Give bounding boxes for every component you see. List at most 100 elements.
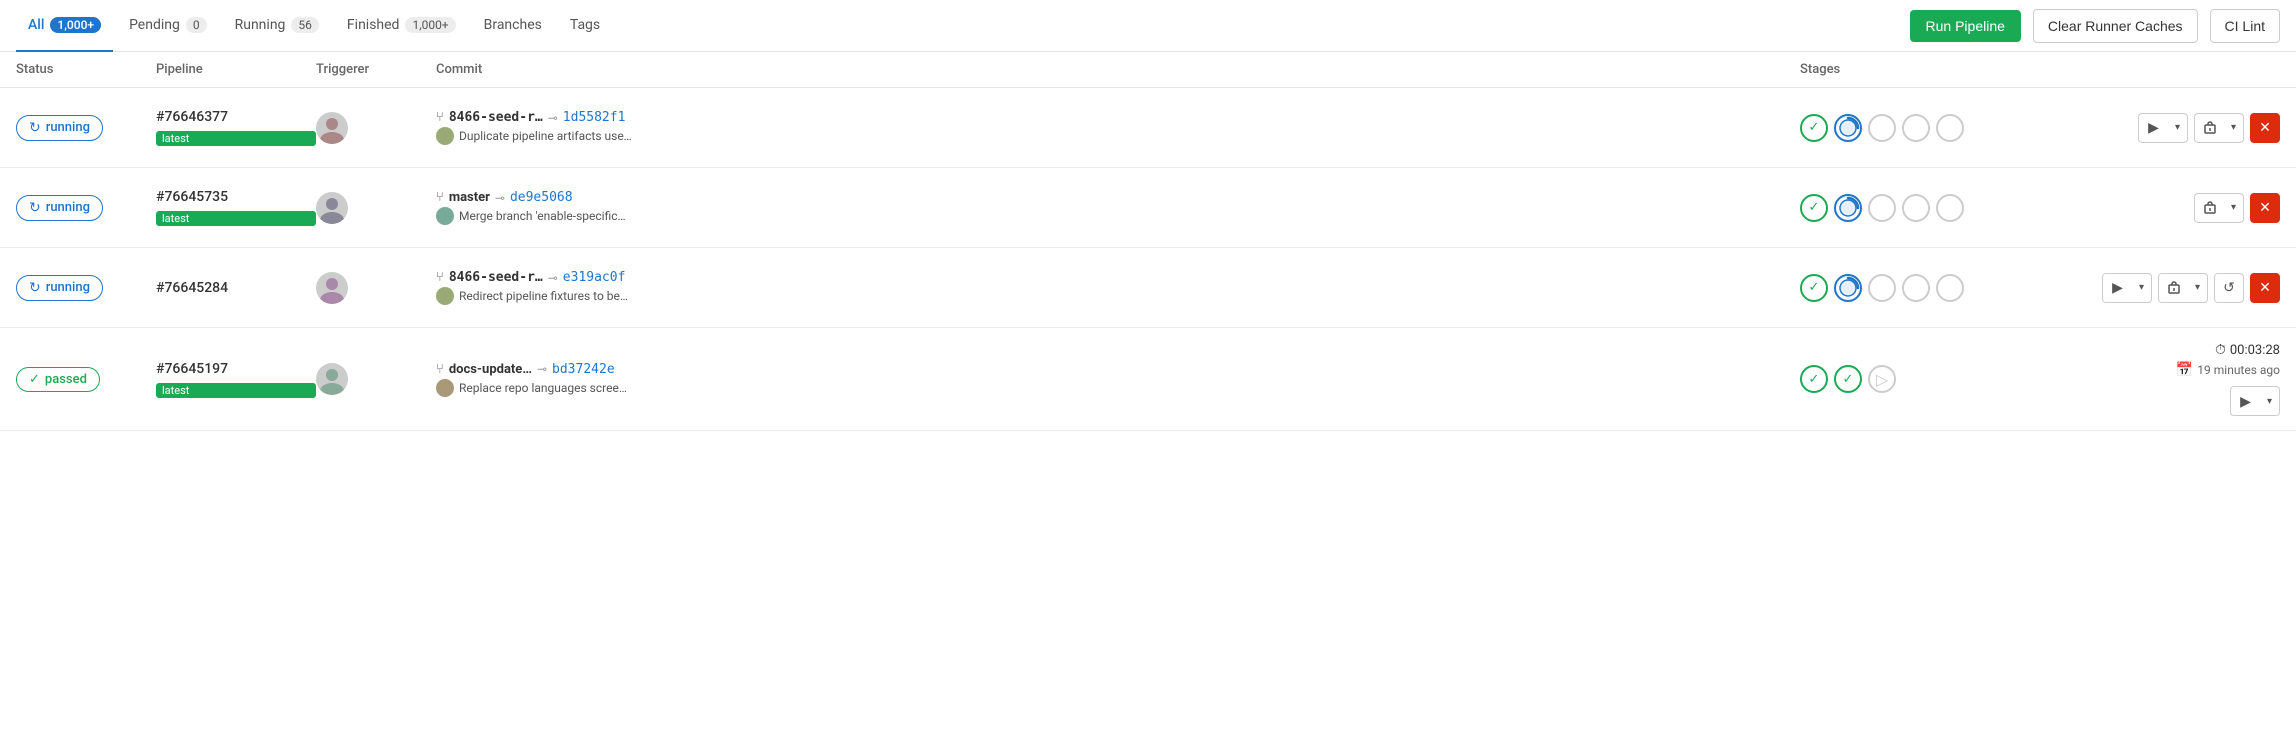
branch-name-3: 8466-seed-r…	[449, 270, 543, 285]
duration-value-4: 00:03:28	[2230, 343, 2280, 358]
status-badge-running-3: ↻ running	[16, 275, 103, 301]
commit-avatar-4	[436, 379, 454, 397]
running-icon-1: ↻	[29, 120, 41, 136]
latest-badge-1: latest	[156, 131, 316, 146]
tab-pending[interactable]: Pending 0	[117, 0, 219, 52]
commit-col-1: ⑂ 8466-seed-r… ⊸ 1d5582f1 Duplicate pipe…	[436, 110, 1800, 145]
branch-name-2: master	[449, 190, 490, 205]
commit-sha-1[interactable]: 1d5582f1	[563, 110, 626, 125]
passed-icon-4: ✓	[29, 372, 40, 387]
fork-icon-4: ⑂	[436, 362, 444, 377]
fork-icon-3: ⑂	[436, 270, 444, 285]
table-header: Status Pipeline Triggerer Commit Stages	[0, 52, 2296, 88]
triggerer-4	[316, 363, 436, 395]
play-dropdown-4[interactable]: ▾	[2260, 386, 2280, 416]
run-pipeline-button[interactable]: Run Pipeline	[1910, 10, 2021, 42]
pipeline-table: Status Pipeline Triggerer Commit Stages …	[0, 52, 2296, 431]
arrow-icon-1: ⊸	[548, 111, 558, 125]
cancel-button-2[interactable]: ✕	[2250, 193, 2280, 223]
cancel-button-1[interactable]: ✕	[2250, 113, 2280, 143]
stage-3-4[interactable]	[1902, 274, 1930, 302]
running-icon-3: ↻	[29, 280, 41, 296]
pipeline-col-1: #76646377 latest	[156, 109, 316, 146]
play-button-3[interactable]: ▶	[2102, 273, 2132, 303]
fork-icon-1: ⑂	[436, 110, 444, 125]
tab-running-badge: 56	[291, 17, 319, 33]
stage-4-1[interactable]: ✓	[1800, 365, 1828, 393]
stage-2-4[interactable]	[1902, 194, 1930, 222]
stage-1-1[interactable]: ✓	[1800, 114, 1828, 142]
stage-2-5[interactable]	[1936, 194, 1964, 222]
table-row: ↻ running #76646377 latest ⑂ 8466-seed-r…	[0, 88, 2296, 168]
triggerer-3	[316, 272, 436, 304]
table-row: ↻ running #76645735 latest ⑂ master ⊸ de…	[0, 168, 2296, 248]
status-cell-3: ↻ running	[16, 275, 156, 301]
avatar-3	[316, 272, 348, 304]
top-bar: All 1,000+ Pending 0 Running 56 Finished…	[0, 0, 2296, 52]
triggerer-1	[316, 112, 436, 144]
clear-runner-caches-button[interactable]: Clear Runner Caches	[2033, 9, 2198, 43]
stage-1-5[interactable]	[1936, 114, 1964, 142]
play-button-4[interactable]: ▶	[2230, 386, 2260, 416]
stage-1-4[interactable]	[1902, 114, 1930, 142]
pipeline-id-1: #76646377	[156, 109, 316, 125]
status-badge-passed-4: ✓ passed	[16, 367, 100, 392]
stages-col-1: ✓	[1800, 114, 2100, 142]
tab-pending-badge: 0	[186, 17, 207, 33]
commit-sha-4[interactable]: bd37242e	[552, 362, 615, 377]
pipeline-col-3: #76645284	[156, 280, 316, 296]
branch-name-4: docs-update…	[449, 362, 532, 377]
tab-finished[interactable]: Finished 1,000+	[335, 0, 468, 52]
artifact-button-1[interactable]	[2194, 113, 2224, 143]
pipeline-col-2: #76645735 latest	[156, 189, 316, 226]
tab-tags[interactable]: Tags	[558, 0, 612, 52]
artifact-dropdown-1[interactable]: ▾	[2224, 113, 2244, 143]
artifact-button-3[interactable]	[2158, 273, 2188, 303]
commit-col-4: ⑂ docs-update… ⊸ bd37242e Replace repo l…	[436, 362, 1800, 397]
commit-message-text-3: Redirect pipeline fixtures to be…	[459, 289, 628, 303]
triggerer-2	[316, 192, 436, 224]
artifact-button-2[interactable]	[2194, 193, 2224, 223]
actions-col-2: ▾ ✕	[2100, 193, 2280, 223]
arrow-icon-4: ⊸	[537, 362, 547, 376]
commit-message-text-4: Replace repo languages scree…	[459, 381, 627, 395]
artifact-dropdown-2[interactable]: ▾	[2224, 193, 2244, 223]
commit-col-3: ⑂ 8466-seed-r… ⊸ e319ac0f Redirect pipel…	[436, 270, 1800, 305]
avatar-2	[316, 192, 348, 224]
time-ago-value-4: 19 minutes ago	[2197, 363, 2280, 377]
stages-col-4: ✓ ✓ ▷	[1800, 365, 2100, 393]
stage-3-2[interactable]	[1834, 274, 1862, 302]
stage-4-2[interactable]: ✓	[1834, 365, 1862, 393]
commit-col-2: ⑂ master ⊸ de9e5068 Merge branch 'enable…	[436, 190, 1800, 225]
tab-all[interactable]: All 1,000+	[16, 0, 113, 52]
stage-2-2[interactable]	[1834, 194, 1862, 222]
retry-button-3[interactable]: ↺	[2214, 273, 2244, 303]
stage-1-2[interactable]	[1834, 114, 1862, 142]
commit-message-text-1: Duplicate pipeline artifacts use…	[459, 129, 632, 143]
cancel-button-3[interactable]: ✕	[2250, 273, 2280, 303]
commit-sha-3[interactable]: e319ac0f	[563, 270, 626, 285]
stage-3-5[interactable]	[1936, 274, 1964, 302]
tab-running[interactable]: Running 56	[223, 0, 331, 52]
play-dropdown-3[interactable]: ▾	[2132, 273, 2152, 303]
latest-badge-2: latest	[156, 211, 316, 226]
avatar-1	[316, 112, 348, 144]
tab-branches[interactable]: Branches	[472, 0, 554, 52]
play-dropdown-1[interactable]: ▾	[2168, 113, 2188, 143]
table-row: ↻ running #76645284 ⑂ 8466-seed-r… ⊸ e31…	[0, 248, 2296, 328]
artifact-dropdown-3[interactable]: ▾	[2188, 273, 2208, 303]
stage-2-1[interactable]: ✓	[1800, 194, 1828, 222]
stage-1-3[interactable]	[1868, 114, 1896, 142]
pipeline-col-4: #76645197 latest	[156, 361, 316, 398]
stage-4-3[interactable]: ▷	[1868, 365, 1896, 393]
stage-3-3[interactable]	[1868, 274, 1896, 302]
actions-col-1: ▶ ▾ ▾ ✕	[2100, 113, 2280, 143]
play-button-1[interactable]: ▶	[2138, 113, 2168, 143]
avatar-4	[316, 363, 348, 395]
pipeline-id-3: #76645284	[156, 280, 316, 296]
ci-lint-button[interactable]: CI Lint	[2210, 9, 2280, 43]
stage-2-3[interactable]	[1868, 194, 1896, 222]
commit-sha-2[interactable]: de9e5068	[510, 190, 573, 205]
clock-icon-4: ⏱	[2215, 342, 2226, 358]
stage-3-1[interactable]: ✓	[1800, 274, 1828, 302]
